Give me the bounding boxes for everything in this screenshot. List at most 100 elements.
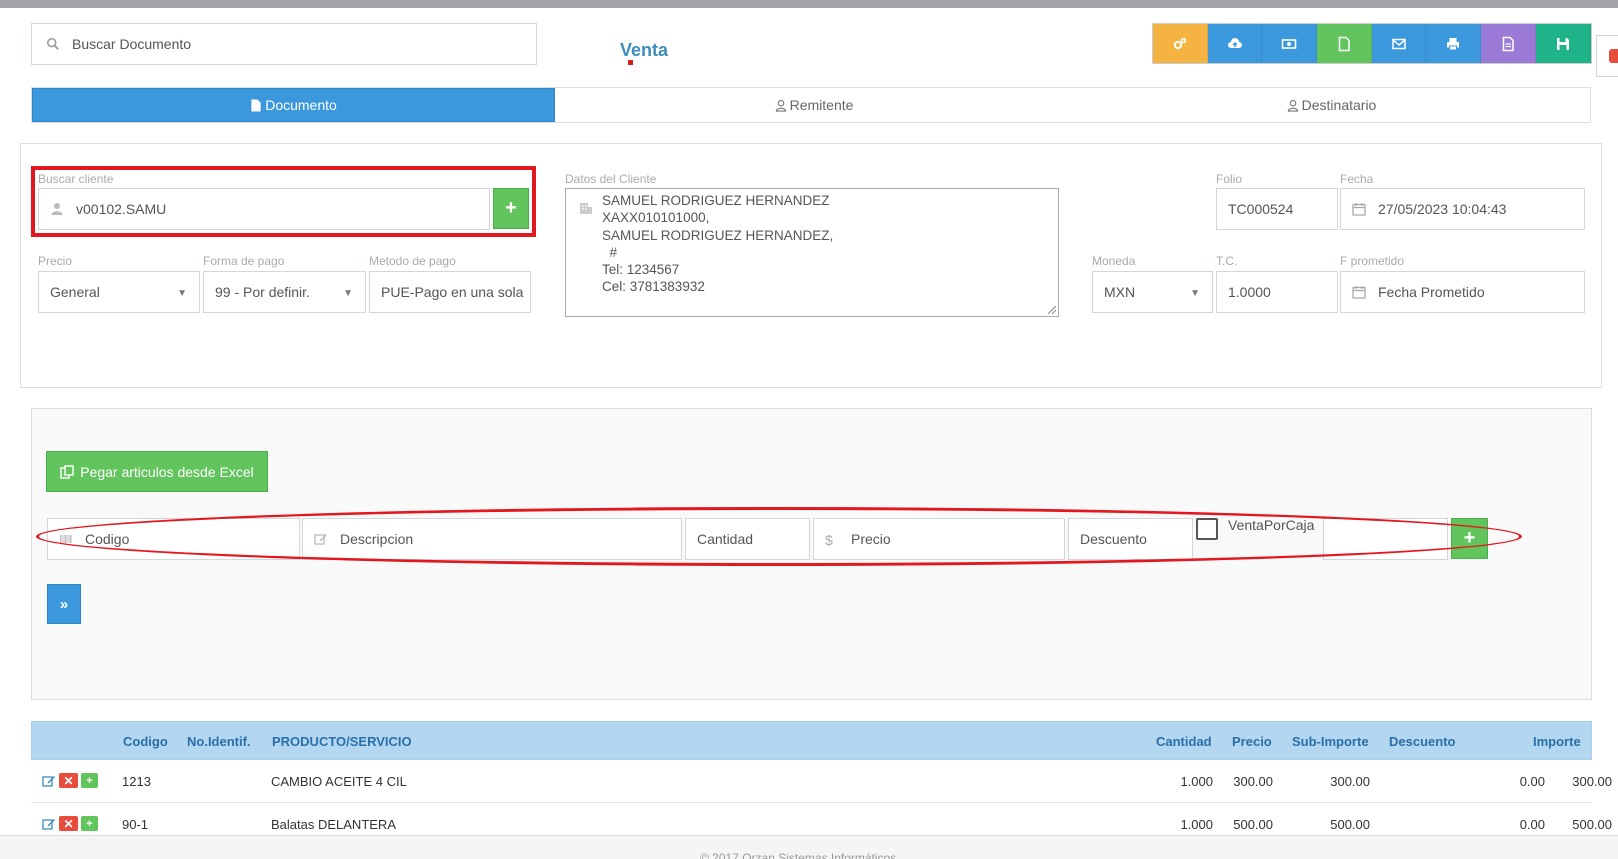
settings-button[interactable]: [1153, 24, 1208, 63]
precio-select[interactable]: General ▼: [38, 271, 200, 313]
metodo-pago-value: PUE-Pago en una sola: [381, 284, 524, 300]
tab-remitente[interactable]: Remitente: [555, 88, 1073, 122]
forma-pago-label: Forma de pago: [203, 254, 285, 268]
money-icon: [1281, 38, 1297, 49]
upload-button[interactable]: [1207, 24, 1263, 63]
side-panel-toggle[interactable]: [1596, 35, 1618, 77]
calendar-icon: [1352, 286, 1366, 299]
file-icon: [251, 98, 261, 112]
building-icon: [580, 203, 592, 214]
cell-importe: 300.00: [1572, 774, 1612, 789]
resize-grip-icon[interactable]: [1048, 306, 1056, 314]
document-tabs: Documento Remitente Destinatario: [31, 87, 1591, 123]
cell-codigo: 90-1: [122, 817, 149, 832]
action-toolbar: [1152, 23, 1592, 64]
moneda-value: MXN: [1104, 284, 1136, 300]
bottom-scroll-bar[interactable]: © 2017 Orzan Sistemas Informáticos: [0, 835, 1618, 859]
client-data-textarea[interactable]: SAMUEL RODRIGUEZ HERNANDEZ XAXX010101000…: [565, 188, 1059, 317]
search-document-box[interactable]: [31, 23, 537, 65]
precio-label: Precio: [38, 254, 73, 268]
tc-field[interactable]: 1.0000: [1216, 271, 1338, 313]
double-chevron-right-icon: »: [59, 595, 69, 613]
plus-icon[interactable]: +: [81, 816, 98, 831]
header-cantidad: Cantidad: [1156, 734, 1212, 749]
items-table-header: Codigo No.Identif. PRODUCTO/SERVICIO Can…: [31, 721, 1592, 760]
fecha-value: 27/05/2023 10:04:43: [1378, 201, 1507, 217]
forma-pago-select[interactable]: 99 - Por definir. ▼: [203, 271, 366, 313]
save-button[interactable]: [1535, 24, 1591, 63]
envelope-icon: [1391, 38, 1406, 49]
header-importe: Importe: [1533, 734, 1581, 749]
user-icon: [1287, 99, 1298, 112]
edit-icon[interactable]: [42, 774, 56, 788]
payment-button[interactable]: [1262, 24, 1318, 63]
fecha-label: Fecha: [1340, 172, 1374, 186]
new-document-button[interactable]: [1317, 24, 1372, 63]
header-sub-importe: Sub-Importe: [1292, 734, 1369, 749]
plus-icon[interactable]: +: [81, 773, 98, 788]
client-data-line: SAMUEL RODRIGUEZ HERNANDEZ: [602, 193, 830, 208]
user-icon: [775, 99, 786, 112]
cell-producto: CAMBIO ACEITE 4 CIL: [271, 774, 407, 789]
delete-icon[interactable]: ✕: [59, 816, 78, 831]
chevron-down-icon: ▼: [177, 288, 187, 299]
tab-label: Destinatario: [1301, 97, 1377, 113]
tab-destinatario[interactable]: Destinatario: [1073, 88, 1590, 122]
precio-value: General: [50, 284, 100, 300]
header-producto: PRODUCTO/SERVICIO: [272, 734, 412, 749]
footer-text: © 2017 Orzan Sistemas Informáticos: [700, 851, 897, 859]
file-icon: [1338, 36, 1350, 51]
window-top-bar: [0, 0, 1618, 8]
row-actions: ✕ +: [42, 816, 98, 831]
folio-label: Folio: [1216, 172, 1243, 186]
forma-pago-value: 99 - Por definir.: [215, 284, 310, 300]
search-document-input[interactable]: [72, 36, 472, 52]
cell-codigo: 1213: [122, 774, 151, 789]
chevron-down-icon: ▼: [1190, 288, 1200, 299]
table-row: ✕ + 1213 CAMBIO ACEITE 4 CIL 1.000 300.0…: [31, 760, 1612, 803]
save-icon: [1556, 37, 1569, 50]
fecha-prometido-field[interactable]: Fecha Prometido: [1340, 271, 1585, 313]
delete-icon[interactable]: ✕: [59, 773, 78, 788]
metodo-pago-label: Metodo de pago: [369, 254, 456, 268]
cell-sub-importe: 500.00: [1330, 817, 1370, 832]
calendar-icon: [1352, 203, 1366, 216]
edit-icon[interactable]: [42, 817, 56, 831]
row-actions: ✕ +: [42, 773, 98, 788]
client-data-line: XAXX010101000,: [602, 210, 710, 226]
page-title: Venta: [620, 40, 669, 60]
paste-excel-button[interactable]: Pegar articulos desde Excel: [46, 451, 268, 492]
expand-button[interactable]: »: [47, 584, 81, 624]
client-data-line: #: [602, 244, 618, 260]
cell-sub-importe: 300.00: [1330, 774, 1370, 789]
tab-label: Documento: [265, 97, 337, 113]
moneda-select[interactable]: MXN ▼: [1092, 271, 1213, 313]
print-icon: [1447, 37, 1460, 50]
folio-value: TC000524: [1228, 201, 1294, 217]
notification-marker: [1609, 49, 1618, 63]
metodo-pago-field[interactable]: PUE-Pago en una sola: [369, 271, 531, 313]
chevron-down-icon: ▼: [343, 288, 353, 299]
tab-label: Remitente: [789, 97, 854, 113]
header-precio: Precio: [1232, 734, 1272, 749]
client-data-line: SAMUEL RODRIGUEZ HERNANDEZ,: [602, 227, 834, 243]
tc-label: T.C.: [1216, 254, 1238, 268]
print-button[interactable]: [1426, 24, 1482, 63]
cell-cantidad: 1.000: [1180, 817, 1213, 832]
moneda-label: Moneda: [1092, 254, 1136, 268]
fecha-field[interactable]: 27/05/2023 10:04:43: [1340, 188, 1585, 230]
cell-cantidad: 1.000: [1180, 774, 1213, 789]
tc-value: 1.0000: [1228, 284, 1271, 300]
folio-field[interactable]: TC000524: [1216, 188, 1338, 230]
cloud-upload-icon: [1227, 37, 1242, 48]
tab-documento[interactable]: Documento: [32, 88, 555, 122]
gears-icon: [1173, 37, 1187, 49]
datos-cliente-label: Datos del Cliente: [565, 172, 657, 186]
report-button[interactable]: [1481, 24, 1536, 63]
cell-importe: 500.00: [1572, 817, 1612, 832]
header-descuento: Descuento: [1389, 734, 1456, 749]
email-button[interactable]: [1371, 24, 1427, 63]
client-data-line: Cel: 3781383932: [602, 279, 705, 295]
fprometido-label: F prometido: [1340, 254, 1405, 268]
document-icon: [1502, 36, 1514, 51]
